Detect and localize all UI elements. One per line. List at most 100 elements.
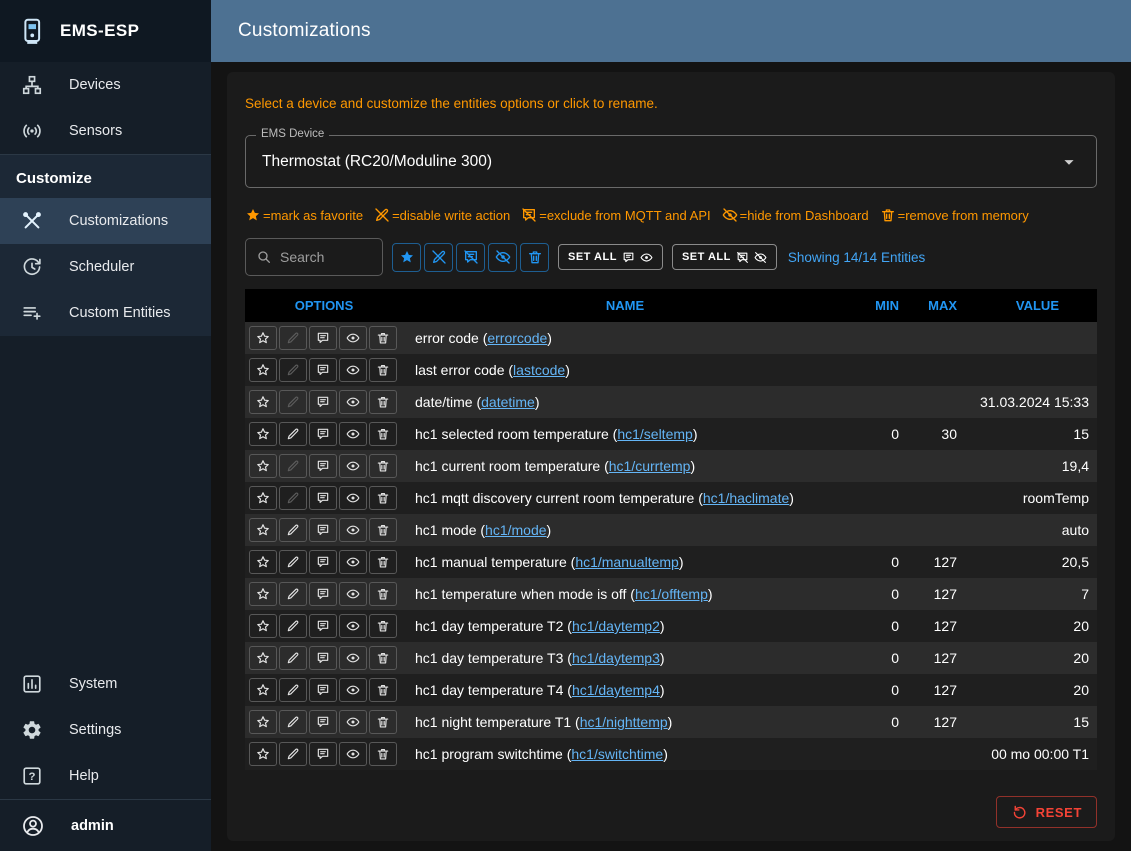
favorite-toggle[interactable] xyxy=(249,614,277,638)
mqtt-exclude-toggle[interactable] xyxy=(309,646,337,670)
delete-toggle[interactable] xyxy=(369,358,397,382)
entity-link[interactable]: hc1/daytemp4 xyxy=(572,682,660,698)
entity-link[interactable]: datetime xyxy=(481,394,535,410)
mqtt-exclude-toggle[interactable] xyxy=(309,486,337,510)
delete-toggle[interactable] xyxy=(369,614,397,638)
visibility-toggle[interactable] xyxy=(339,422,367,446)
sidebar-item-help[interactable]: ? Help xyxy=(0,753,211,799)
set-all-mqtt-visible-button[interactable]: SET ALL xyxy=(558,244,663,270)
visibility-toggle[interactable] xyxy=(339,454,367,478)
entity-name[interactable]: hc1 temperature when mode is off (hc1/of… xyxy=(403,586,847,602)
entity-name[interactable]: hc1 manual temperature (hc1/manualtemp) xyxy=(403,554,847,570)
visibility-toggle[interactable] xyxy=(339,358,367,382)
header-min[interactable]: MIN xyxy=(847,298,899,313)
entity-link[interactable]: errorcode xyxy=(487,330,547,346)
sidebar-user-admin[interactable]: admin xyxy=(0,799,211,851)
header-max[interactable]: MAX xyxy=(899,298,957,313)
favorite-toggle[interactable] xyxy=(249,550,277,574)
visibility-toggle[interactable] xyxy=(339,710,367,734)
write-toggle[interactable] xyxy=(279,742,307,766)
mqtt-exclude-toggle[interactable] xyxy=(309,710,337,734)
visibility-toggle[interactable] xyxy=(339,646,367,670)
filter-hide-button[interactable] xyxy=(488,243,517,272)
visibility-toggle[interactable] xyxy=(339,486,367,510)
visibility-toggle[interactable] xyxy=(339,582,367,606)
entity-link[interactable]: hc1/haclimate xyxy=(703,490,789,506)
entity-name[interactable]: hc1 mode (hc1/mode) xyxy=(403,522,847,538)
favorite-toggle[interactable] xyxy=(249,646,277,670)
reset-button[interactable]: RESET xyxy=(996,796,1097,828)
delete-toggle[interactable] xyxy=(369,518,397,542)
mqtt-exclude-toggle[interactable] xyxy=(309,454,337,478)
write-toggle[interactable] xyxy=(279,422,307,446)
write-toggle[interactable] xyxy=(279,614,307,638)
favorite-toggle[interactable] xyxy=(249,326,277,350)
entity-link[interactable]: hc1/offtemp xyxy=(635,586,708,602)
write-toggle[interactable] xyxy=(279,550,307,574)
write-toggle[interactable] xyxy=(279,358,307,382)
set-all-mqtt-hidden-button[interactable]: SET ALL xyxy=(672,244,777,270)
entity-name[interactable]: hc1 program switchtime (hc1/switchtime) xyxy=(403,746,847,762)
entity-link[interactable]: hc1/switchtime xyxy=(571,746,663,762)
entity-name[interactable]: date/time (datetime) xyxy=(403,394,847,410)
mqtt-exclude-toggle[interactable] xyxy=(309,614,337,638)
sidebar-item-scheduler[interactable]: Scheduler xyxy=(0,244,211,290)
favorite-toggle[interactable] xyxy=(249,390,277,414)
write-toggle[interactable] xyxy=(279,678,307,702)
header-value[interactable]: VALUE xyxy=(957,298,1097,313)
sidebar-item-sensors[interactable]: Sensors xyxy=(0,108,211,154)
entity-link[interactable]: hc1/daytemp3 xyxy=(572,650,660,666)
visibility-toggle[interactable] xyxy=(339,742,367,766)
entity-name[interactable]: last error code (lastcode) xyxy=(403,362,847,378)
favorite-toggle[interactable] xyxy=(249,422,277,446)
delete-toggle[interactable] xyxy=(369,390,397,414)
visibility-toggle[interactable] xyxy=(339,550,367,574)
search-input[interactable] xyxy=(280,249,372,265)
entity-name[interactable]: hc1 day temperature T2 (hc1/daytemp2) xyxy=(403,618,847,634)
write-toggle[interactable] xyxy=(279,582,307,606)
favorite-toggle[interactable] xyxy=(249,358,277,382)
sidebar-item-custom-entities[interactable]: Custom Entities xyxy=(0,290,211,336)
delete-toggle[interactable] xyxy=(369,646,397,670)
delete-toggle[interactable] xyxy=(369,422,397,446)
entity-link[interactable]: hc1/seltemp xyxy=(617,426,692,442)
entity-name[interactable]: hc1 day temperature T3 (hc1/daytemp3) xyxy=(403,650,847,666)
write-toggle[interactable] xyxy=(279,390,307,414)
entity-name[interactable]: hc1 day temperature T4 (hc1/daytemp4) xyxy=(403,682,847,698)
delete-toggle[interactable] xyxy=(369,454,397,478)
delete-toggle[interactable] xyxy=(369,326,397,350)
delete-toggle[interactable] xyxy=(369,710,397,734)
write-toggle[interactable] xyxy=(279,646,307,670)
delete-toggle[interactable] xyxy=(369,582,397,606)
filter-favorite-button[interactable] xyxy=(392,243,421,272)
favorite-toggle[interactable] xyxy=(249,582,277,606)
mqtt-exclude-toggle[interactable] xyxy=(309,390,337,414)
sidebar-item-devices[interactable]: Devices xyxy=(0,62,211,108)
entity-link[interactable]: hc1/daytemp2 xyxy=(572,618,660,634)
mqtt-exclude-toggle[interactable] xyxy=(309,742,337,766)
entity-link[interactable]: hc1/manualtemp xyxy=(575,554,679,570)
entity-link[interactable]: hc1/mode xyxy=(485,522,546,538)
entity-name[interactable]: hc1 night temperature T1 (hc1/nighttemp) xyxy=(403,714,847,730)
favorite-toggle[interactable] xyxy=(249,742,277,766)
visibility-toggle[interactable] xyxy=(339,326,367,350)
favorite-toggle[interactable] xyxy=(249,518,277,542)
entity-name[interactable]: hc1 selected room temperature (hc1/selte… xyxy=(403,426,847,442)
filter-exclude-mqtt-button[interactable] xyxy=(456,243,485,272)
favorite-toggle[interactable] xyxy=(249,678,277,702)
visibility-toggle[interactable] xyxy=(339,390,367,414)
write-toggle[interactable] xyxy=(279,454,307,478)
entity-link[interactable]: hc1/nighttemp xyxy=(580,714,668,730)
write-toggle[interactable] xyxy=(279,326,307,350)
filter-remove-button[interactable] xyxy=(520,243,549,272)
write-toggle[interactable] xyxy=(279,486,307,510)
mqtt-exclude-toggle[interactable] xyxy=(309,326,337,350)
entity-name[interactable]: error code (errorcode) xyxy=(403,330,847,346)
visibility-toggle[interactable] xyxy=(339,518,367,542)
delete-toggle[interactable] xyxy=(369,486,397,510)
delete-toggle[interactable] xyxy=(369,742,397,766)
favorite-toggle[interactable] xyxy=(249,454,277,478)
delete-toggle[interactable] xyxy=(369,678,397,702)
mqtt-exclude-toggle[interactable] xyxy=(309,422,337,446)
ems-device-select[interactable]: EMS Device Thermostat (RC20/Moduline 300… xyxy=(245,135,1097,188)
